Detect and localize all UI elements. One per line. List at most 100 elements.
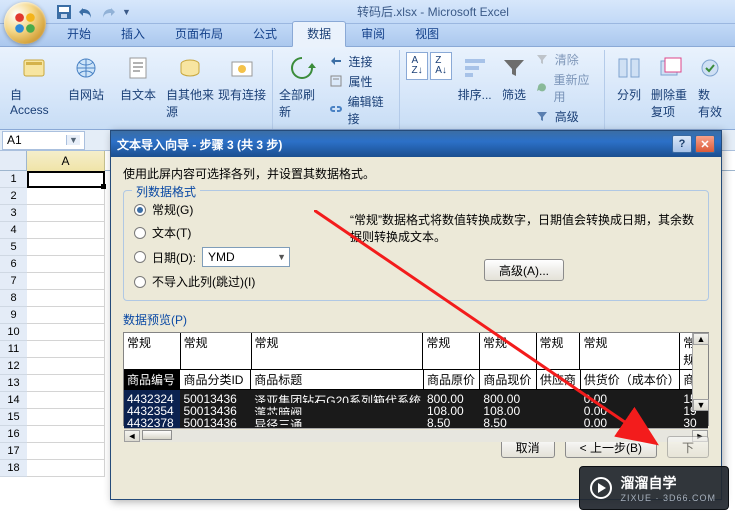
cell[interactable] xyxy=(27,324,105,341)
text-to-columns-button[interactable]: 分列 xyxy=(611,50,647,103)
cell[interactable] xyxy=(27,171,105,188)
sort-desc-button[interactable]: ZA↓ xyxy=(430,52,452,80)
date-format-select[interactable]: YMD▼ xyxy=(202,247,290,267)
cell[interactable] xyxy=(27,256,105,273)
reapply-button[interactable]: 重新应用 xyxy=(535,71,598,105)
cell[interactable] xyxy=(27,375,105,392)
preview-column[interactable]: 商品原价800.00108.008.50 xyxy=(424,370,480,428)
from-text-button[interactable]: 自文本 xyxy=(114,50,162,103)
cell[interactable] xyxy=(27,222,105,239)
cell[interactable] xyxy=(27,290,105,307)
cell[interactable] xyxy=(27,205,105,222)
row-header[interactable]: 17 xyxy=(0,443,27,460)
preview-column[interactable]: 供应商 xyxy=(537,370,581,428)
cell[interactable] xyxy=(27,443,105,460)
qat-dropdown-icon[interactable]: ▼ xyxy=(122,7,131,17)
row-header[interactable]: 7 xyxy=(0,273,27,290)
properties-button[interactable]: 属性 xyxy=(329,73,394,90)
radio-text[interactable]: 文本(T) xyxy=(134,224,290,241)
preview-v-scrollbar[interactable]: ▲ ▼ xyxy=(692,333,708,411)
close-button[interactable]: ✕ xyxy=(695,135,715,153)
dialog-title-bar[interactable]: 文本导入向导 - 步骤 3 (共 3 步) ? ✕ xyxy=(111,131,721,157)
row-header[interactable]: 1 xyxy=(0,171,27,188)
preview-column[interactable]: 商品现价800.00108.008.50 xyxy=(480,370,536,428)
cell[interactable] xyxy=(27,341,105,358)
cell[interactable] xyxy=(27,188,105,205)
existing-conn-button[interactable]: 现有连接 xyxy=(218,50,266,103)
preview-column[interactable]: 商品分类ID500134365001343650013436 xyxy=(180,370,251,428)
sort-asc-button[interactable]: AZ↓ xyxy=(406,52,428,80)
select-all-corner[interactable] xyxy=(0,151,27,171)
tab-data[interactable]: 数据 xyxy=(292,21,346,47)
row-header[interactable]: 5 xyxy=(0,239,27,256)
preview-h-scrollbar[interactable]: ◄ ► xyxy=(124,428,708,442)
preview-column[interactable]: 供货价（成本价）0.000.000.00 xyxy=(581,370,681,428)
tab-view[interactable]: 视图 xyxy=(400,21,454,46)
advanced-filter-button[interactable]: 高级 xyxy=(535,108,598,125)
scroll-left-icon[interactable]: ◄ xyxy=(124,430,140,442)
row-header[interactable]: 14 xyxy=(0,392,27,409)
remove-dup-button[interactable]: 删除重复项 xyxy=(651,50,691,120)
row-header[interactable]: 2 xyxy=(0,188,27,205)
cell[interactable] xyxy=(27,426,105,443)
row-header[interactable]: 10 xyxy=(0,324,27,341)
scroll-up-icon[interactable]: ▲ xyxy=(693,333,709,345)
row-header[interactable]: 3 xyxy=(0,205,27,222)
radio-skip[interactable]: 不导入此列(跳过)(I) xyxy=(134,273,290,290)
cell[interactable] xyxy=(27,358,105,375)
from-web-button[interactable]: 自网站 xyxy=(62,50,110,103)
name-box[interactable]: A1▼ xyxy=(2,131,85,150)
name-box-dropdown-icon[interactable]: ▼ xyxy=(66,135,80,145)
save-icon[interactable] xyxy=(56,4,72,20)
tab-formulas[interactable]: 公式 xyxy=(238,21,292,46)
from-access-button[interactable]: 自 Access xyxy=(10,50,58,117)
office-button[interactable] xyxy=(4,2,46,44)
next-button[interactable]: 下 xyxy=(667,436,709,458)
preview-column-header[interactable]: 常规 xyxy=(537,333,581,370)
data-validation-button[interactable]: 数有效 xyxy=(695,50,725,120)
tab-home[interactable]: 开始 xyxy=(52,21,106,46)
cell[interactable] xyxy=(27,273,105,290)
scroll-thumb[interactable] xyxy=(142,430,172,440)
cell[interactable] xyxy=(27,460,105,477)
undo-icon[interactable] xyxy=(78,4,94,20)
row-header[interactable]: 8 xyxy=(0,290,27,307)
radio-general[interactable]: 常规(G) xyxy=(134,201,290,218)
row-header[interactable]: 11 xyxy=(0,341,27,358)
row-header[interactable]: 6 xyxy=(0,256,27,273)
filter-button[interactable]: 筛选 xyxy=(497,50,530,103)
preview-column-header[interactable]: 常规 xyxy=(252,333,424,370)
preview-column-header[interactable]: 常规 xyxy=(480,333,537,370)
editlinks-button[interactable]: 编辑链接 xyxy=(329,93,394,127)
preview-column[interactable]: 商品编号443232444323544432378 xyxy=(124,370,180,428)
cell[interactable] xyxy=(27,239,105,256)
radio-date[interactable]: 日期(D): YMD▼ xyxy=(134,247,290,267)
cell[interactable] xyxy=(27,409,105,426)
refresh-all-button[interactable]: 全部刷新 xyxy=(279,50,325,120)
from-other-button[interactable]: 自其他来源 xyxy=(166,50,214,120)
tab-pagelayout[interactable]: 页面布局 xyxy=(160,21,238,46)
tab-review[interactable]: 审阅 xyxy=(346,21,400,46)
preview-column-header[interactable]: 常规 xyxy=(124,333,181,370)
redo-icon[interactable] xyxy=(100,4,116,20)
row-header[interactable]: 9 xyxy=(0,307,27,324)
cell[interactable] xyxy=(27,392,105,409)
preview-column-header[interactable]: 常规 xyxy=(423,333,480,370)
tab-insert[interactable]: 插入 xyxy=(106,21,160,46)
row-header[interactable]: 18 xyxy=(0,460,27,477)
row-header[interactable]: 12 xyxy=(0,358,27,375)
row-header[interactable]: 13 xyxy=(0,375,27,392)
row-header[interactable]: 15 xyxy=(0,409,27,426)
advanced-button[interactable]: 高级(A)... xyxy=(484,259,564,281)
preview-column-header[interactable]: 常规 xyxy=(181,333,252,370)
clear-filter-button[interactable]: 清除 xyxy=(535,51,598,68)
column-header-a[interactable]: A xyxy=(27,151,105,171)
preview-column[interactable]: 商品标题泽亚集团钻石G20系列箱代系统滗芯暗阀异径三通 xyxy=(251,370,424,428)
cell[interactable] xyxy=(27,307,105,324)
connections-button[interactable]: 连接 xyxy=(329,53,394,70)
row-header[interactable]: 16 xyxy=(0,426,27,443)
data-preview[interactable]: 常规常规常规常规常规常规常规常规 商品编号4432324443235444323… xyxy=(123,332,709,426)
preview-column-header[interactable]: 常规 xyxy=(580,333,680,370)
sort-button[interactable]: 排序... xyxy=(456,50,493,103)
scroll-down-icon[interactable]: ▼ xyxy=(693,399,709,411)
